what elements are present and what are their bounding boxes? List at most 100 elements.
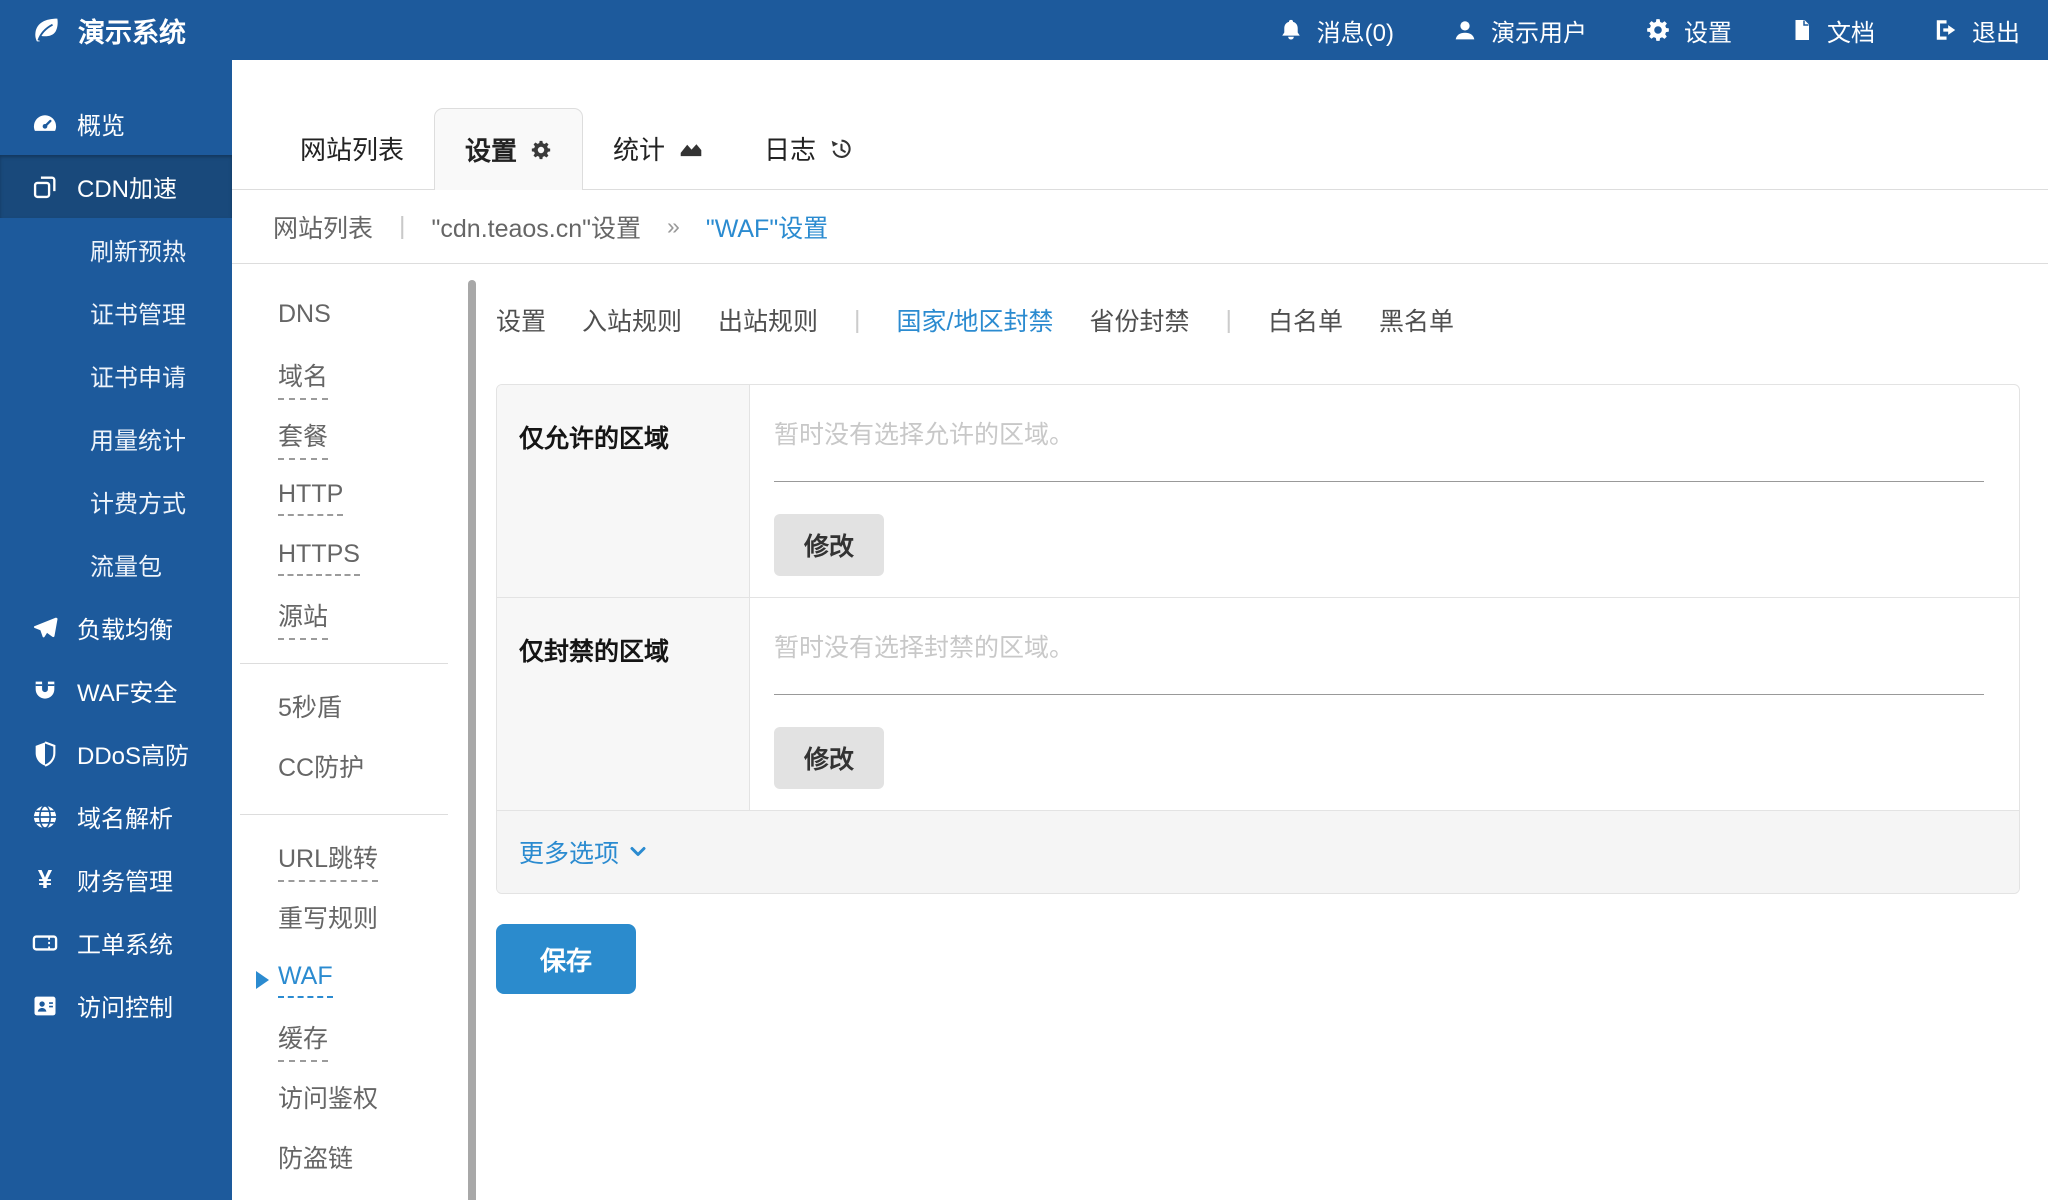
subnav-item-5s-shield[interactable]: 5秒盾 bbox=[232, 679, 468, 739]
subnav-item-auth[interactable]: 访问鉴权 bbox=[232, 1070, 468, 1130]
svg-text:¥: ¥ bbox=[38, 866, 53, 894]
sidebar-item-traffic-pack[interactable]: 流量包 bbox=[0, 533, 232, 596]
sidebar-item-cdn[interactable]: CDN加速 bbox=[0, 155, 232, 218]
rule-tab-province-block[interactable]: 省份封禁 bbox=[1090, 302, 1190, 338]
breadcrumb-site-list[interactable]: 网站列表 bbox=[273, 209, 373, 245]
docs-button[interactable]: 文档 bbox=[1790, 13, 1875, 48]
sidebar-item-billing[interactable]: 计费方式 bbox=[0, 470, 232, 533]
messages-button[interactable]: 消息(0) bbox=[1278, 13, 1394, 48]
sidebar-item-load-balance[interactable]: 负载均衡 bbox=[0, 596, 232, 659]
sidebar-item-cert-manage[interactable]: 证书管理 bbox=[0, 281, 232, 344]
logout-label: 退出 bbox=[1972, 13, 2020, 48]
rule-tab-blacklist[interactable]: 黑名单 bbox=[1379, 302, 1454, 338]
globe-icon bbox=[30, 803, 60, 831]
allowed-regions-row: 仅允许的区域 暂时没有选择允许的区域。 修改 bbox=[497, 385, 2019, 598]
sign-out-icon bbox=[1933, 17, 1959, 43]
sidebar-item-waf[interactable]: WAF安全 bbox=[0, 659, 232, 722]
subnav-label: HTTPS bbox=[278, 540, 360, 576]
sidebar-item-label: WAF安全 bbox=[77, 673, 177, 708]
sidebar-item-dns-resolve[interactable]: 域名解析 bbox=[0, 785, 232, 848]
subnav-item-url-redirect[interactable]: URL跳转 bbox=[232, 830, 468, 890]
subnav-item-plan[interactable]: 套餐 bbox=[232, 408, 468, 468]
yen-icon: ¥ bbox=[30, 866, 60, 894]
row-value: 暂时没有选择允许的区域。 修改 bbox=[750, 385, 2019, 597]
subnav-item-cc-protect[interactable]: CC防护 bbox=[232, 739, 468, 799]
paper-plane-icon bbox=[30, 614, 60, 642]
more-options-toggle[interactable]: 更多选项 bbox=[519, 834, 647, 870]
tab-stats[interactable]: 统计 bbox=[583, 107, 734, 189]
subnav-label: DNS bbox=[278, 300, 331, 336]
breadcrumb: 网站列表 | "cdn.teaos.cn"设置 » "WAF"设置 bbox=[232, 190, 2048, 264]
breadcrumb-site-settings[interactable]: "cdn.teaos.cn"设置 bbox=[432, 209, 642, 245]
subnav-label: 域名 bbox=[278, 357, 328, 400]
tab-site-list[interactable]: 网站列表 bbox=[270, 107, 434, 189]
subnav-item-https[interactable]: HTTPS bbox=[232, 528, 468, 588]
sidebar-item-overview[interactable]: 概览 bbox=[0, 92, 232, 155]
sidebar-sub-label: 证书申请 bbox=[90, 358, 186, 393]
sidebar-item-label: DDoS高防 bbox=[77, 736, 189, 771]
subnav-item-cache[interactable]: 缓存 bbox=[232, 1010, 468, 1070]
subnav-item-origin[interactable]: 源站 bbox=[232, 588, 468, 648]
rule-tab-inbound[interactable]: 入站规则 bbox=[582, 302, 682, 338]
subnav-item-dns[interactable]: DNS bbox=[232, 288, 468, 348]
sidebar-item-label: 负载均衡 bbox=[77, 610, 173, 645]
sidebar-sub-label: 用量统计 bbox=[90, 421, 186, 456]
allowed-regions-placeholder: 暂时没有选择允许的区域。 bbox=[774, 415, 1984, 482]
rule-tabs: 设置 入站规则 出站规则 | 国家/地区封禁 省份封禁 | 白名单 黑名单 bbox=[496, 300, 2020, 340]
user-icon bbox=[1452, 17, 1478, 43]
modify-allowed-button[interactable]: 修改 bbox=[774, 514, 884, 576]
subnav-item-hotlink[interactable]: 防盗链 bbox=[232, 1130, 468, 1190]
rule-tab-whitelist[interactable]: 白名单 bbox=[1268, 302, 1343, 338]
clone-icon bbox=[30, 173, 60, 201]
subnav-label: WAF bbox=[278, 962, 333, 998]
sidebar-item-access-control[interactable]: 访问控制 bbox=[0, 974, 232, 1037]
logout-button[interactable]: 退出 bbox=[1933, 13, 2020, 48]
subnav-label: URL跳转 bbox=[278, 839, 378, 882]
subnav-label: HTTP bbox=[278, 480, 343, 516]
sidebar-item-refresh-preheat[interactable]: 刷新预热 bbox=[0, 218, 232, 281]
sidebar-item-ddos[interactable]: DDoS高防 bbox=[0, 722, 232, 785]
subnav-item-rewrite-rules[interactable]: 重写规则 bbox=[232, 890, 468, 950]
sidebar-item-usage-stats[interactable]: 用量统计 bbox=[0, 407, 232, 470]
brand[interactable]: 演示系统 bbox=[0, 11, 232, 50]
user-menu[interactable]: 演示用户 bbox=[1452, 13, 1587, 48]
settings-label: 设置 bbox=[1684, 13, 1732, 48]
gauge-icon bbox=[30, 110, 60, 138]
sidebar-item-label: 概览 bbox=[77, 106, 125, 141]
address-card-icon bbox=[30, 992, 60, 1020]
save-button[interactable]: 保存 bbox=[496, 924, 636, 994]
ticket-icon bbox=[30, 929, 60, 957]
bell-icon bbox=[1278, 17, 1304, 43]
sidebar-item-label: 财务管理 bbox=[77, 862, 173, 897]
sidebar: 概览 CDN加速 刷新预热 证书管理 证书申请 用量统计 计费方式 流量包 负载… bbox=[0, 60, 232, 1200]
rule-tab-outbound[interactable]: 出站规则 bbox=[718, 302, 818, 338]
user-label: 演示用户 bbox=[1491, 13, 1587, 48]
tab-settings[interactable]: 设置 bbox=[434, 108, 583, 190]
sidebar-item-cert-apply[interactable]: 证书申请 bbox=[0, 344, 232, 407]
main-area: 网站列表 设置 统计 日志 网站列表 | "cdn.teaos.cn"设置 » … bbox=[232, 60, 2048, 1200]
row-label: 仅封禁的区域 bbox=[497, 598, 750, 810]
rule-tab-settings[interactable]: 设置 bbox=[496, 302, 546, 338]
gear-icon bbox=[1645, 17, 1671, 43]
settings-button[interactable]: 设置 bbox=[1645, 13, 1732, 48]
rule-tab-country-block[interactable]: 国家/地区封禁 bbox=[897, 302, 1054, 338]
modify-blocked-button[interactable]: 修改 bbox=[774, 727, 884, 789]
breadcrumb-current: "WAF"设置 bbox=[706, 209, 828, 245]
subnav-item-domain[interactable]: 域名 bbox=[232, 348, 468, 408]
subnav-divider bbox=[240, 814, 448, 815]
tab-strip: 网站列表 设置 统计 日志 bbox=[232, 60, 2048, 190]
sidebar-item-tickets[interactable]: 工单系统 bbox=[0, 911, 232, 974]
subnav-scrollbar[interactable] bbox=[468, 280, 476, 1200]
tab-label: 设置 bbox=[465, 131, 517, 168]
tab-label: 日志 bbox=[764, 130, 816, 167]
subnav-item-http[interactable]: HTTP bbox=[232, 468, 468, 528]
sidebar-item-finance[interactable]: ¥ 财务管理 bbox=[0, 848, 232, 911]
blocked-regions-placeholder: 暂时没有选择封禁的区域。 bbox=[774, 628, 1984, 695]
sidebar-item-label: CDN加速 bbox=[77, 169, 177, 204]
tab-logs[interactable]: 日志 bbox=[734, 107, 884, 189]
tab-label: 网站列表 bbox=[300, 130, 404, 167]
subnav-label: 5秒盾 bbox=[278, 688, 342, 731]
blocked-regions-row: 仅封禁的区域 暂时没有选择封禁的区域。 修改 bbox=[497, 598, 2019, 811]
chevron-down-icon bbox=[629, 845, 647, 859]
subnav-item-waf[interactable]: WAF bbox=[232, 950, 468, 1010]
